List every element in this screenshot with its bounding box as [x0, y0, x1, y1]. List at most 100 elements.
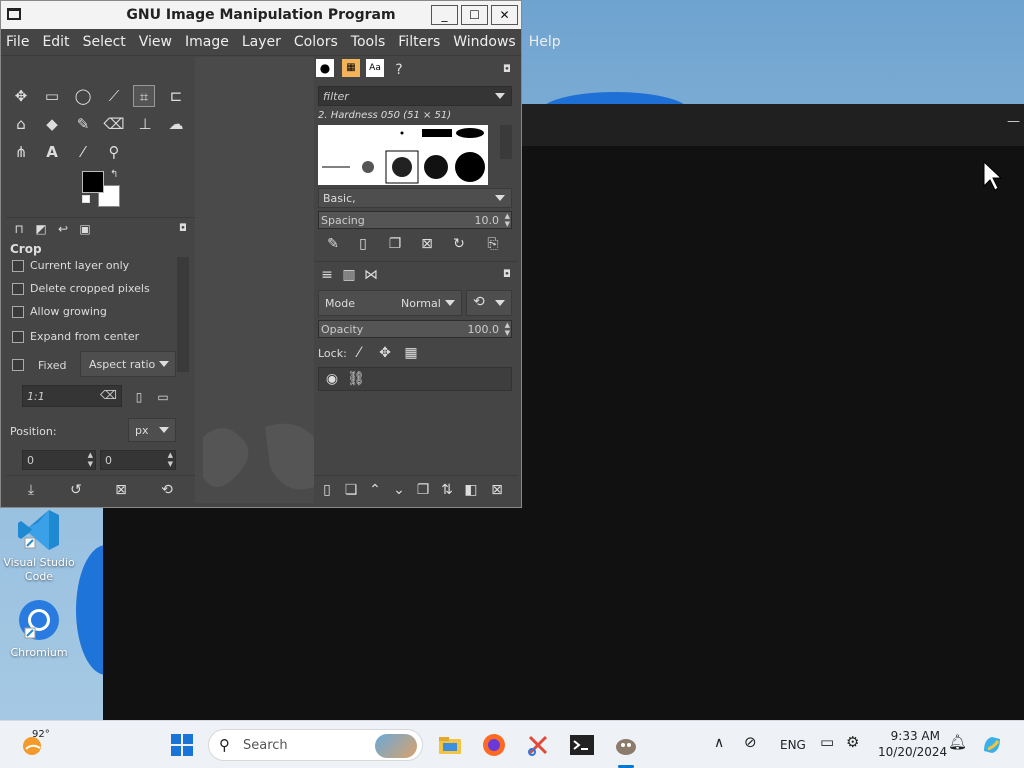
- chevron-up-icon[interactable]: ∧: [714, 735, 724, 751]
- current-layer-only-checkbox[interactable]: [12, 260, 24, 272]
- unit-dropdown[interactable]: px: [128, 418, 176, 442]
- fuzzy-select-tool-icon[interactable]: ⟋: [103, 85, 125, 107]
- default-colors-icon[interactable]: [82, 195, 90, 203]
- network-icon[interactable]: ⊘: [744, 733, 757, 751]
- transform-tool-icon[interactable]: ⊏: [165, 85, 187, 107]
- crop-tool-icon[interactable]: ⌗: [133, 85, 155, 107]
- bucket-fill-tool-icon[interactable]: ◆: [41, 113, 63, 135]
- opacity-slider[interactable]: Opacity 100.0 ▲ ▼: [318, 320, 512, 338]
- spinner-icon[interactable]: ▲ ▼: [505, 212, 510, 228]
- brush-grid[interactable]: [318, 125, 488, 185]
- menu-image[interactable]: Image: [185, 34, 229, 50]
- mask-layer-icon[interactable]: ◧: [460, 479, 482, 501]
- layers-list[interactable]: [318, 393, 512, 471]
- clone-tool-icon[interactable]: ⊥: [134, 113, 156, 135]
- brush-filter-input[interactable]: filter: [318, 86, 512, 106]
- tool-options-scrollbar[interactable]: [177, 257, 189, 372]
- configure-tab-icon[interactable]: ◘: [172, 218, 194, 240]
- minimize-icon[interactable]: —: [1007, 114, 1020, 129]
- gimp-taskbar-icon[interactable]: [614, 733, 638, 757]
- configure-tab-icon[interactable]: ◘: [496, 264, 518, 286]
- warp-tool-icon[interactable]: ⌂: [10, 113, 32, 135]
- help-tab-icon[interactable]: ?: [388, 59, 410, 81]
- spinner-icon[interactable]: ▲ ▼: [88, 451, 93, 469]
- duplicate-brush-icon[interactable]: ❐: [384, 233, 406, 255]
- desktop-icon-vscode[interactable]: Visual Studio Code: [2, 506, 76, 584]
- text-tool-icon[interactable]: A: [41, 141, 63, 163]
- menu-help[interactable]: Help: [529, 34, 561, 50]
- delete-cropped-pixels-checkbox[interactable]: [12, 283, 24, 295]
- lower-layer-icon[interactable]: ⌄: [388, 479, 410, 501]
- composite-mode-dropdown[interactable]: ⟲: [466, 290, 512, 316]
- move-tool-icon[interactable]: ✥: [10, 85, 32, 107]
- reset-options-icon[interactable]: ⟲: [156, 479, 178, 501]
- lock-pixels-icon[interactable]: ⁄: [348, 342, 370, 364]
- foreground-color-swatch[interactable]: [82, 171, 104, 193]
- window-titlebar[interactable]: GNU Image Manipulation Program _ ☐ ✕: [1, 1, 521, 29]
- layer-mode-dropdown[interactable]: Mode Normal: [318, 290, 462, 316]
- start-icon[interactable]: [170, 733, 194, 757]
- firefox-icon[interactable]: [482, 733, 506, 757]
- allow-growing-checkbox[interactable]: [12, 306, 24, 318]
- color-picker-tool-icon[interactable]: ⁄: [72, 141, 94, 163]
- menu-view[interactable]: View: [139, 34, 172, 50]
- fixed-mode-dropdown[interactable]: Aspect ratio: [80, 351, 176, 377]
- position-y-input[interactable]: 0 ▲ ▼: [100, 450, 176, 470]
- desktop-icon-chromium[interactable]: Chromium: [2, 596, 76, 660]
- lasso-tool-icon[interactable]: ◯: [72, 85, 94, 107]
- menu-select[interactable]: Select: [83, 34, 126, 50]
- layers-tab-icon[interactable]: ≡: [316, 264, 338, 286]
- menu-file[interactable]: File: [6, 34, 29, 50]
- swap-colors-icon[interactable]: ↰: [110, 169, 118, 180]
- brushes-tab-icon[interactable]: ●: [316, 59, 334, 77]
- rect-select-tool-icon[interactable]: ▭: [41, 85, 63, 107]
- configure-tab-icon[interactable]: ◘: [496, 59, 518, 81]
- device-status-tab-icon[interactable]: ◩: [30, 218, 52, 240]
- brush-grid-scrollbar[interactable]: [500, 125, 512, 159]
- smudge-tool-icon[interactable]: ☁: [165, 113, 187, 135]
- brush-preset-dropdown[interactable]: Basic,: [318, 188, 512, 208]
- images-tab-icon[interactable]: ▣: [74, 218, 96, 240]
- duplicate-layer-icon[interactable]: ❐: [412, 479, 434, 501]
- chain-link-icon[interactable]: ⛓: [345, 368, 367, 390]
- refresh-brushes-icon[interactable]: ↻: [448, 233, 470, 255]
- new-layer-icon[interactable]: ▯: [316, 479, 338, 501]
- close-button[interactable]: ✕: [491, 5, 518, 25]
- raise-layer-icon[interactable]: ⌃: [364, 479, 386, 501]
- menu-tools[interactable]: Tools: [351, 34, 386, 50]
- maximize-button[interactable]: ☐: [461, 5, 488, 25]
- visibility-eye-icon[interactable]: ◉: [321, 368, 343, 390]
- landscape-icon[interactable]: ▭: [152, 386, 174, 408]
- paths-tab-icon[interactable]: ⋈: [360, 264, 382, 286]
- menu-edit[interactable]: Edit: [42, 34, 69, 50]
- channels-tab-icon[interactable]: ▥: [338, 264, 360, 286]
- aspect-ratio-input[interactable]: 1:1 ⌫: [22, 385, 122, 407]
- menu-windows[interactable]: Windows: [453, 34, 516, 50]
- language-indicator[interactable]: ENG: [780, 738, 806, 752]
- spacing-slider[interactable]: Spacing 10.0 ▲ ▼: [318, 211, 512, 229]
- paintbrush-tool-icon[interactable]: ✎: [72, 113, 94, 135]
- menu-layer[interactable]: Layer: [242, 34, 281, 50]
- merge-layer-icon[interactable]: ⇅: [436, 479, 458, 501]
- display-icon[interactable]: ▭: [820, 733, 834, 751]
- file-explorer-icon[interactable]: [438, 733, 462, 757]
- copilot-icon[interactable]: [980, 733, 1004, 757]
- tool-options-tab-icon[interactable]: ⊓: [8, 218, 30, 240]
- portrait-icon[interactable]: ▯: [128, 386, 150, 408]
- new-layer-group-icon[interactable]: ❏: [340, 479, 362, 501]
- zoom-tool-icon[interactable]: ⚲: [103, 141, 125, 163]
- settings-gear-icon[interactable]: ⚙: [846, 733, 859, 751]
- fonts-tab-icon[interactable]: Aa: [366, 59, 384, 77]
- open-brush-icon[interactable]: ⎘: [482, 233, 504, 255]
- lock-alpha-icon[interactable]: ▦: [400, 342, 422, 364]
- new-brush-icon[interactable]: ▯: [352, 233, 374, 255]
- delete-brush-icon[interactable]: ⊠: [416, 233, 438, 255]
- clock-date[interactable]: 10/20/2024: [878, 745, 947, 759]
- menu-filters[interactable]: Filters: [398, 34, 440, 50]
- terminal-icon[interactable]: [570, 733, 594, 757]
- lock-position-icon[interactable]: ✥: [374, 342, 396, 364]
- expand-from-center-checkbox[interactable]: [12, 331, 24, 343]
- eraser-tool-icon[interactable]: ⌫: [103, 113, 125, 135]
- position-x-input[interactable]: 0 ▲ ▼: [22, 450, 96, 470]
- notification-bell-icon[interactable]: 🔔︎: [948, 733, 967, 751]
